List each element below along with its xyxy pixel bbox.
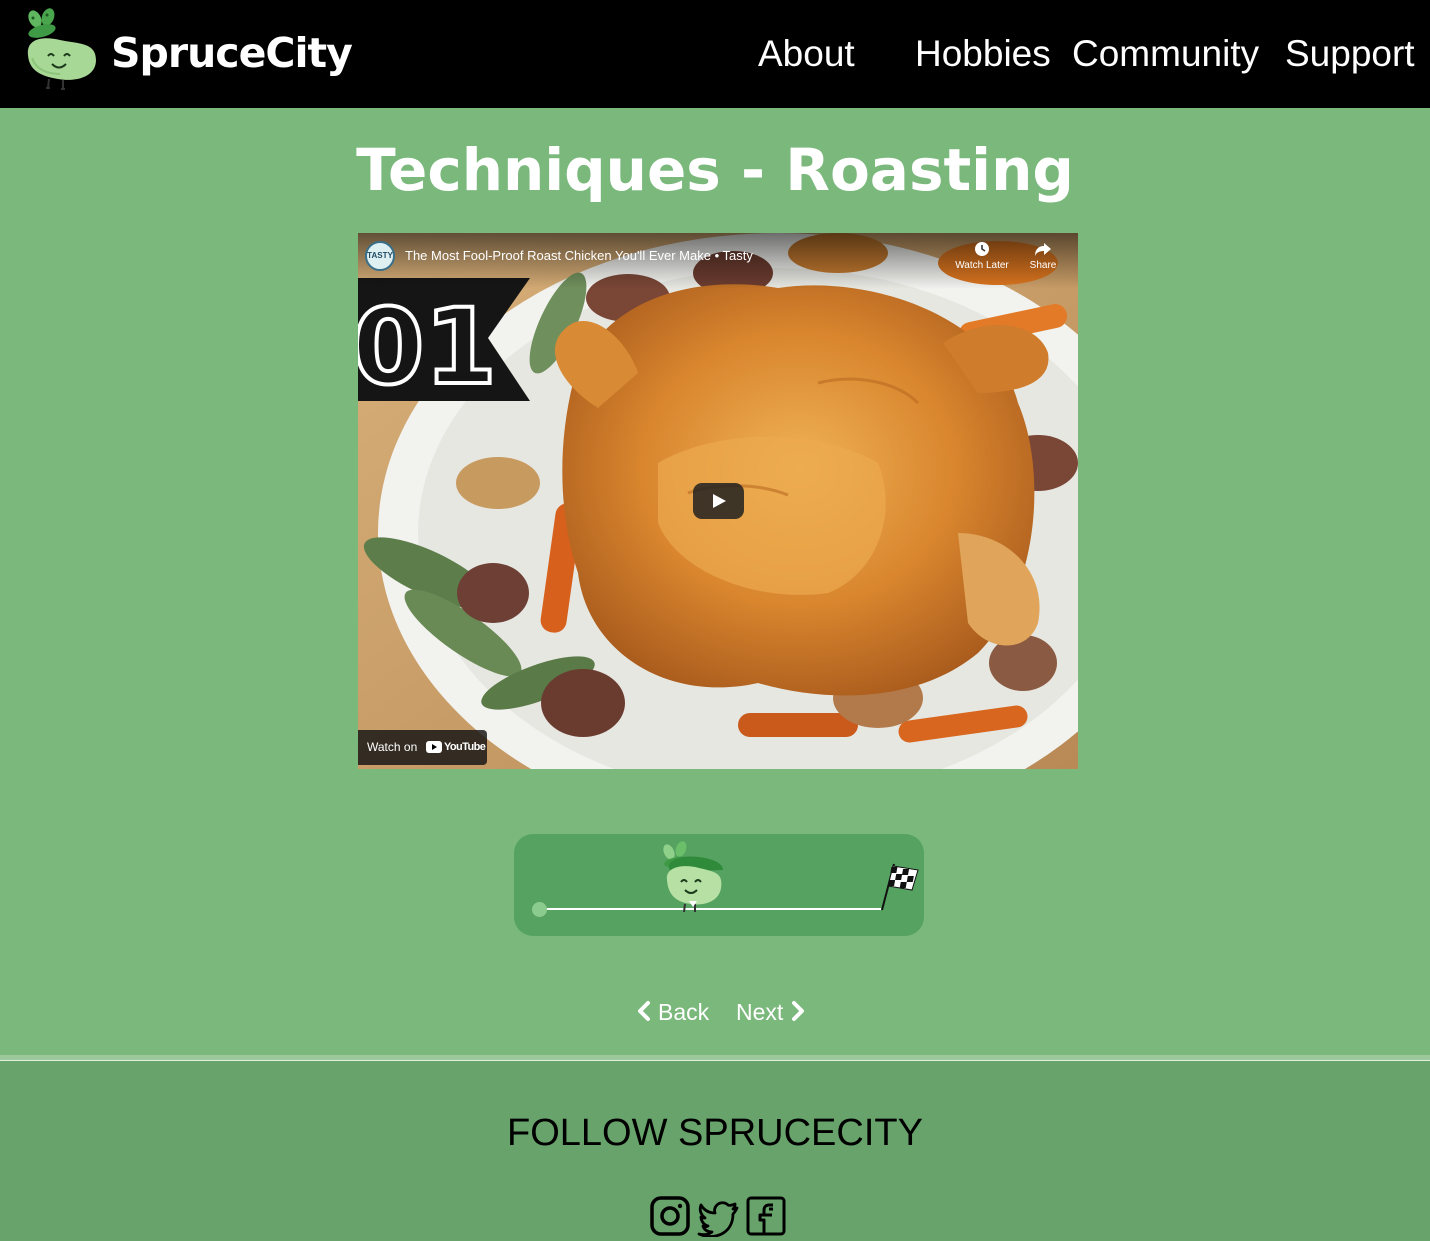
- spruce-mascot-logo[interactable]: [22, 8, 98, 94]
- brand-name[interactable]: SpruceCity: [111, 28, 353, 78]
- play-icon: [713, 494, 726, 508]
- instagram-icon[interactable]: [649, 1195, 691, 1237]
- nav-community[interactable]: Community: [1072, 32, 1259, 76]
- video-step-badge: 01: [358, 286, 497, 408]
- share-arrow-icon: [1035, 243, 1051, 256]
- back-button[interactable]: Back: [636, 997, 709, 1027]
- video-title-bar: TASTY The Most Fool-Proof Roast Chicken …: [358, 233, 1078, 289]
- video-title[interactable]: The Most Fool-Proof Roast Chicken You'll…: [405, 248, 753, 264]
- youtube-logo-icon: [426, 741, 442, 753]
- share-button[interactable]: Share: [1011, 241, 1075, 272]
- watch-on-youtube-button[interactable]: Watch on YouTube: [358, 730, 487, 765]
- watch-later-label: Watch Later: [955, 260, 1009, 271]
- video-player[interactable]: 01 TASTY The Most Fool-Proof Roast Chick…: [358, 233, 1078, 769]
- next-label: Next: [736, 999, 784, 1025]
- nav-hobbies[interactable]: Hobbies: [915, 32, 1051, 76]
- progress-start-dot: [532, 902, 547, 917]
- page-title: Techniques - Roasting: [356, 136, 1074, 204]
- back-label: Back: [658, 999, 710, 1025]
- nav-about[interactable]: About: [758, 32, 855, 76]
- site-footer: FOLLOW SPRUCECITY: [0, 1061, 1430, 1241]
- chevron-left-icon: [638, 1001, 650, 1021]
- next-button[interactable]: Next: [736, 997, 806, 1027]
- watch-later-button[interactable]: Watch Later: [950, 241, 1014, 272]
- nav-support[interactable]: Support: [1285, 32, 1415, 76]
- progress-tracker: [514, 834, 924, 936]
- video-play-button[interactable]: [693, 483, 744, 519]
- site-header: SpruceCity About Hobbies Community Suppo…: [0, 0, 1430, 108]
- facebook-icon[interactable]: [745, 1195, 787, 1237]
- twitter-icon[interactable]: [697, 1195, 739, 1237]
- youtube-wordmark: YouTube: [444, 741, 486, 753]
- watch-on-label: Watch on: [367, 740, 418, 754]
- chevron-right-icon: [792, 1001, 805, 1021]
- progress-pointer: [689, 901, 698, 907]
- share-label: Share: [1029, 260, 1057, 271]
- clock-icon: [975, 242, 989, 256]
- channel-avatar[interactable]: TASTY: [365, 241, 395, 271]
- follow-heading: FOLLOW SPRUCECITY: [507, 1112, 923, 1154]
- checkered-flag-icon: [881, 863, 919, 911]
